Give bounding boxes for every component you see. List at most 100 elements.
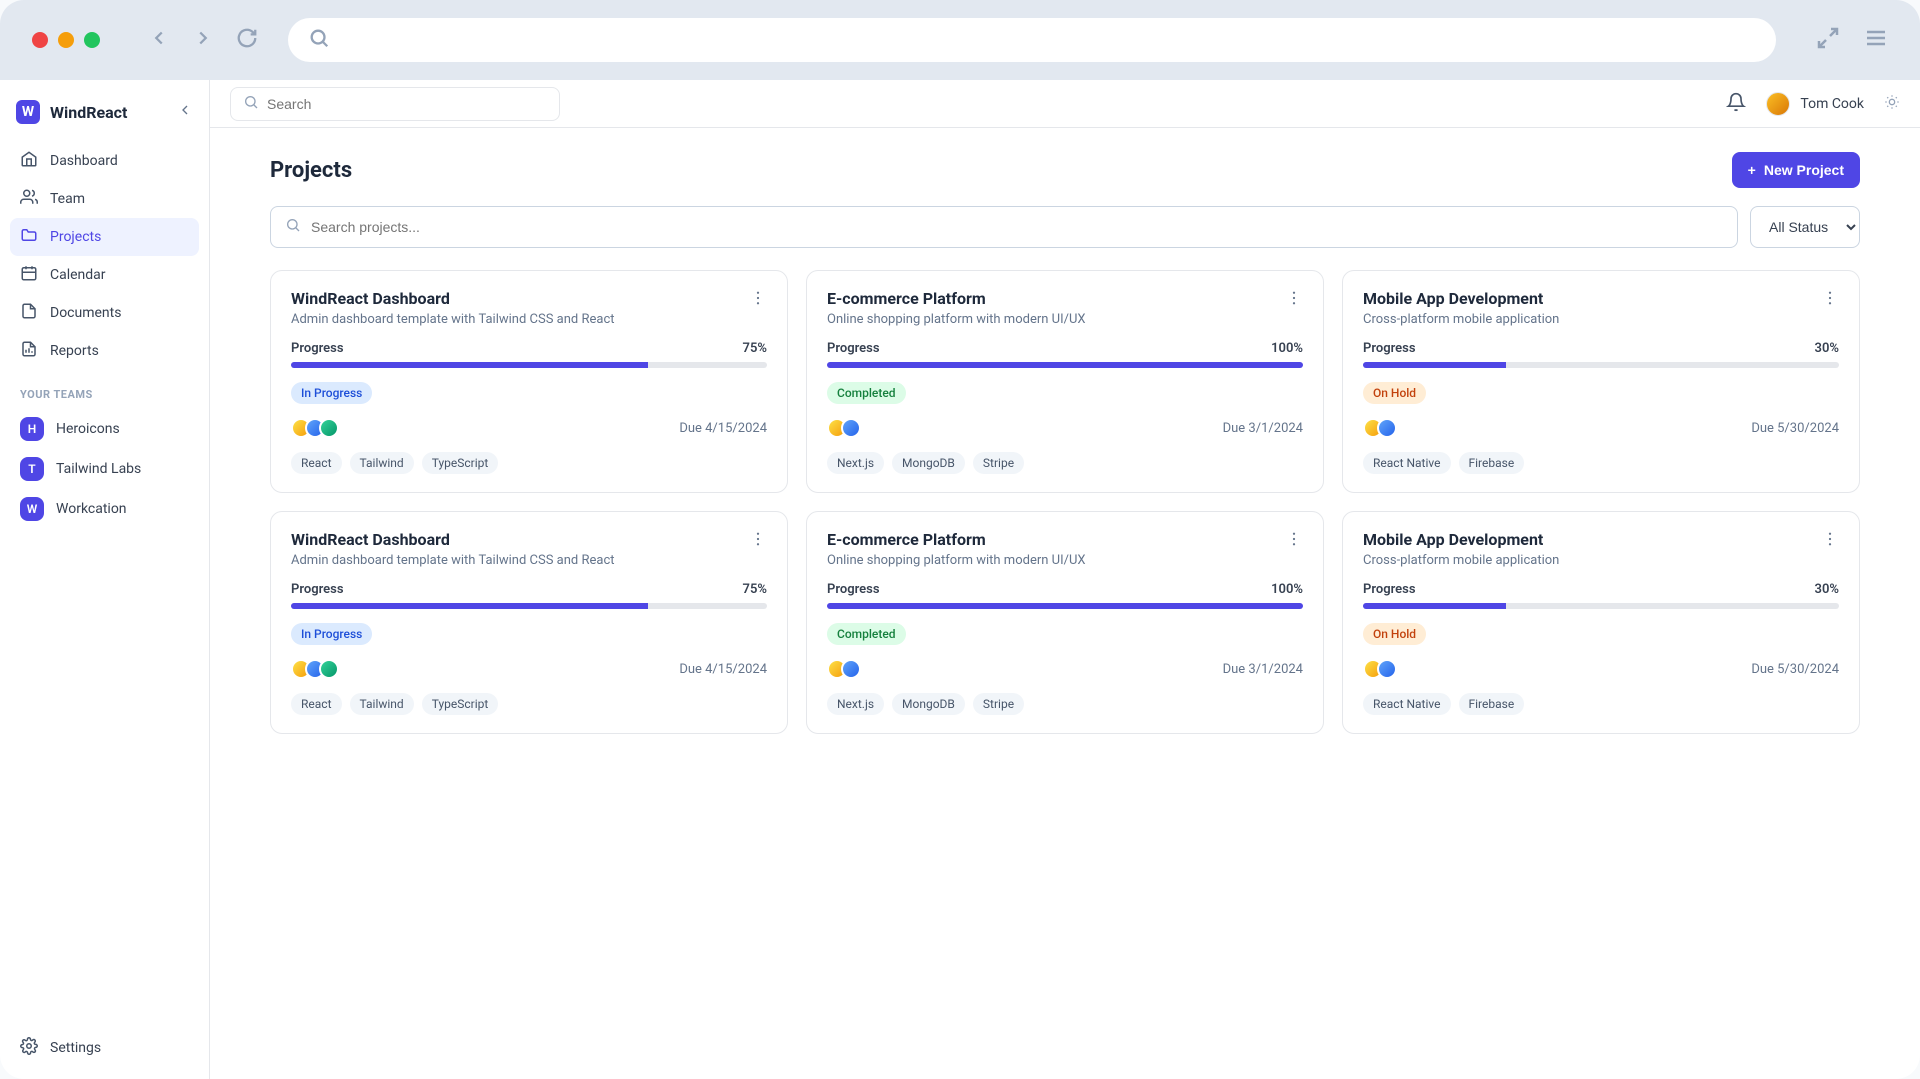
project-search-input[interactable]: [311, 219, 1723, 235]
tech-tag: Tailwind: [350, 693, 414, 715]
hamburger-menu-icon[interactable]: [1864, 26, 1888, 54]
kebab-menu-icon[interactable]: [1821, 530, 1839, 552]
page-header: Projects + New Project: [270, 152, 1860, 188]
team-item[interactable]: HHeroicons: [10, 409, 199, 449]
tech-tag: React Native: [1363, 452, 1451, 474]
progress-bar: [827, 603, 1303, 609]
user-menu[interactable]: Tom Cook: [1766, 92, 1864, 116]
reload-icon[interactable]: [236, 27, 258, 53]
kebab-menu-icon[interactable]: [1821, 289, 1839, 311]
project-card[interactable]: E-commerce PlatformOnline shopping platf…: [806, 270, 1324, 493]
progress-label: Progress: [291, 341, 344, 356]
kebab-menu-icon[interactable]: [749, 289, 767, 311]
team-item[interactable]: TTailwind Labs: [10, 449, 199, 489]
topbar: Tom Cook: [210, 80, 1920, 128]
project-title: Mobile App Development: [1363, 289, 1559, 308]
calendar-icon: [20, 264, 38, 286]
project-search[interactable]: [270, 206, 1738, 248]
maximize-window-icon[interactable]: [84, 32, 100, 48]
tag-list: React NativeFirebase: [1363, 452, 1839, 474]
project-title: WindReact Dashboard: [291, 530, 615, 549]
minimize-window-icon[interactable]: [58, 32, 74, 48]
progress-value: 75%: [743, 582, 767, 597]
brand-name: WindReact: [50, 103, 127, 122]
nav-item-dashboard[interactable]: Dashboard: [10, 142, 199, 180]
member-avatars: [1363, 418, 1397, 438]
documents-icon: [20, 302, 38, 324]
topbar-right: Tom Cook: [1726, 92, 1900, 116]
nav-item-label: Reports: [50, 343, 99, 359]
nav-item-label: Calendar: [50, 267, 106, 283]
member-avatars: [827, 418, 861, 438]
progress-bar: [1363, 603, 1839, 609]
page-title: Projects: [270, 158, 352, 183]
nav-item-projects[interactable]: Projects: [10, 218, 199, 256]
settings-label: Settings: [50, 1040, 101, 1056]
projects-icon: [20, 226, 38, 248]
nav-item-calendar[interactable]: Calendar: [10, 256, 199, 294]
progress-label: Progress: [1363, 341, 1416, 356]
tech-tag: TypeScript: [422, 452, 499, 474]
status-badge: On Hold: [1363, 382, 1426, 404]
reports-icon: [20, 340, 38, 362]
member-avatars: [291, 659, 339, 679]
brand: W WindReact: [10, 92, 199, 142]
kebab-menu-icon[interactable]: [1285, 289, 1303, 311]
collapse-sidebar-icon[interactable]: [177, 102, 193, 122]
progress-bar: [291, 603, 767, 609]
member-avatars: [291, 418, 339, 438]
back-icon[interactable]: [148, 27, 170, 53]
kebab-menu-icon[interactable]: [1285, 530, 1303, 552]
search-icon: [308, 27, 330, 53]
new-project-label: New Project: [1764, 162, 1844, 178]
global-search-input[interactable]: [267, 96, 547, 112]
settings-nav-item[interactable]: Settings: [10, 1029, 199, 1067]
progress-fill: [291, 603, 648, 609]
due-date: Due 3/1/2024: [1223, 421, 1303, 436]
progress-bar: [827, 362, 1303, 368]
sun-icon[interactable]: [1884, 94, 1900, 114]
browser-frame: W WindReact Dashboard Team Projects Calenda…: [0, 0, 1920, 1079]
project-grid: WindReact DashboardAdmin dashboard templ…: [270, 270, 1860, 734]
team-item[interactable]: WWorkcation: [10, 489, 199, 529]
kebab-menu-icon[interactable]: [749, 530, 767, 552]
browser-chrome: [0, 0, 1920, 80]
member-avatars: [827, 659, 861, 679]
global-search[interactable]: [230, 87, 560, 121]
expand-icon[interactable]: [1816, 26, 1840, 54]
project-card[interactable]: E-commerce PlatformOnline shopping platf…: [806, 511, 1324, 734]
bell-icon[interactable]: [1726, 92, 1746, 116]
project-card[interactable]: WindReact DashboardAdmin dashboard templ…: [270, 511, 788, 734]
tech-tag: Stripe: [973, 452, 1024, 474]
tech-tag: React: [291, 452, 342, 474]
forward-icon[interactable]: [192, 27, 214, 53]
tech-tag: MongoDB: [892, 452, 965, 474]
status-filter-select[interactable]: All Status: [1750, 206, 1860, 248]
progress-fill: [827, 362, 1303, 368]
project-card[interactable]: Mobile App DevelopmentCross-platform mob…: [1342, 270, 1860, 493]
member-avatar-icon: [1377, 418, 1397, 438]
project-card[interactable]: Mobile App DevelopmentCross-platform mob…: [1342, 511, 1860, 734]
nav-item-label: Dashboard: [50, 153, 118, 169]
tag-list: React NativeFirebase: [1363, 693, 1839, 715]
nav-list: Dashboard Team Projects Calendar Documents Re…: [10, 142, 199, 370]
omnibox[interactable]: [288, 18, 1776, 62]
user-avatar-icon: [1766, 92, 1790, 116]
sidebar: W WindReact Dashboard Team Projects Calenda…: [0, 80, 210, 1079]
close-window-icon[interactable]: [32, 32, 48, 48]
project-title: E-commerce Platform: [827, 530, 1086, 549]
project-description: Cross-platform mobile application: [1363, 553, 1559, 568]
nav-item-team[interactable]: Team: [10, 180, 199, 218]
nav-item-reports[interactable]: Reports: [10, 332, 199, 370]
nav-item-label: Projects: [50, 229, 101, 245]
progress-label: Progress: [291, 582, 344, 597]
status-badge: On Hold: [1363, 623, 1426, 645]
tech-tag: Next.js: [827, 452, 884, 474]
dashboard-icon: [20, 150, 38, 172]
progress-label: Progress: [827, 341, 880, 356]
progress-label: Progress: [1363, 582, 1416, 597]
project-card[interactable]: WindReact DashboardAdmin dashboard templ…: [270, 270, 788, 493]
team-list: HHeroiconsTTailwind LabsWWorkcation: [10, 409, 199, 529]
new-project-button[interactable]: + New Project: [1732, 152, 1860, 188]
nav-item-documents[interactable]: Documents: [10, 294, 199, 332]
